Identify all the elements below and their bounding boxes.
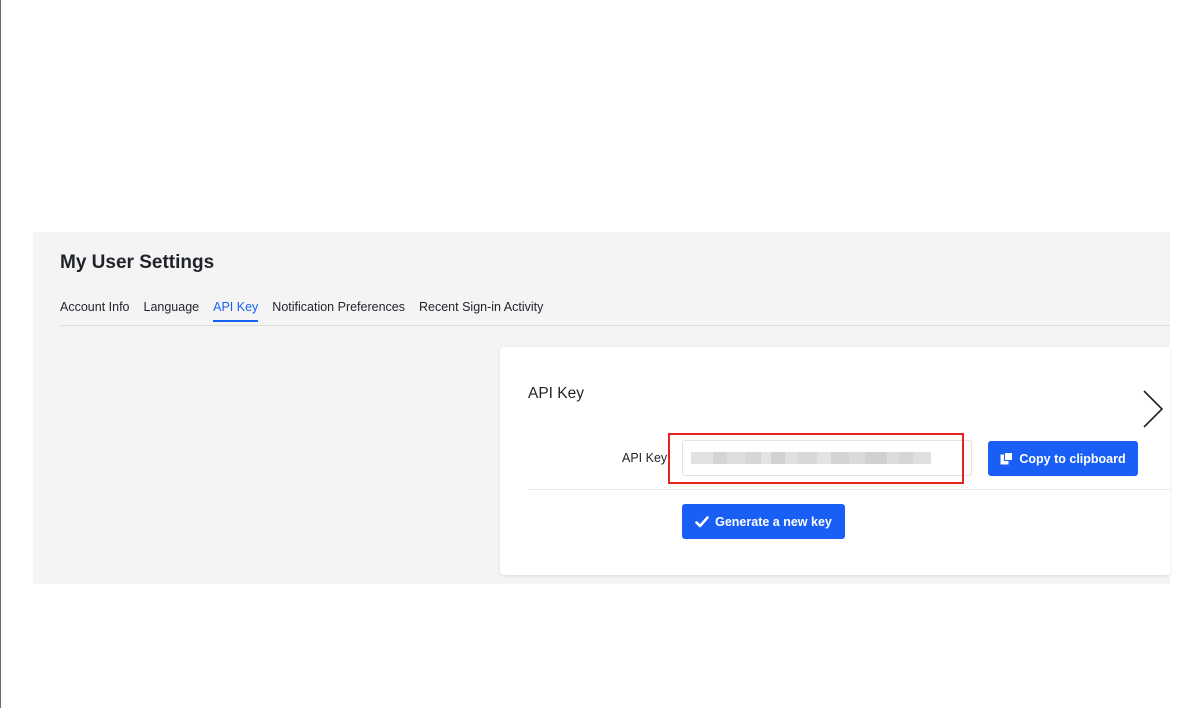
tab-language[interactable]: Language xyxy=(144,298,200,322)
checkmark-icon xyxy=(695,515,709,527)
tab-account-info[interactable]: Account Info xyxy=(60,298,130,322)
settings-tabs: Account Info Language API Key Notificati… xyxy=(60,298,1170,326)
chevron-right-icon[interactable] xyxy=(1140,387,1166,431)
api-key-card: API Key API Key Copy to clipboard Genera… xyxy=(500,347,1170,575)
generate-new-key-button[interactable]: Generate a new key xyxy=(682,504,845,539)
card-title: API Key xyxy=(528,385,584,402)
tab-recent-sign-in-activity[interactable]: Recent Sign-in Activity xyxy=(419,298,543,322)
tab-api-key[interactable]: API Key xyxy=(213,298,259,322)
copy-to-clipboard-button[interactable]: Copy to clipboard xyxy=(988,441,1138,476)
card-divider xyxy=(528,489,1170,490)
tab-notification-preferences[interactable]: Notification Preferences xyxy=(272,298,405,322)
page-title: My User Settings xyxy=(60,252,215,273)
masked-api-key-value xyxy=(691,452,931,464)
api-key-input[interactable] xyxy=(682,440,972,476)
screenshot-stage: My User Settings Account Info Language A… xyxy=(0,0,1178,708)
window-edge xyxy=(0,0,1,708)
copy-button-label: Copy to clipboard xyxy=(1019,451,1126,466)
api-key-field-label: API Key xyxy=(622,451,668,465)
generate-button-label: Generate a new key xyxy=(715,514,832,529)
clipboard-icon xyxy=(1000,452,1014,465)
